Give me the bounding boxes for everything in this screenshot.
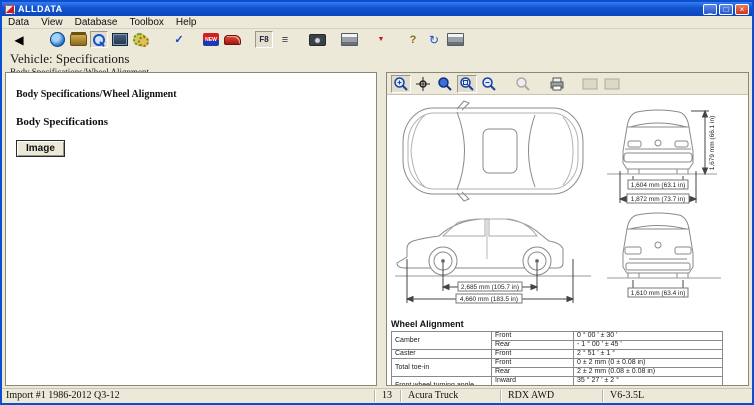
spec-value: - 1 ° 00 ' ± 45 '	[574, 341, 723, 350]
spec-value: 0 ± 2 mm (0 ± 0.08 in)	[574, 359, 723, 368]
table-row: Front wheel turning angle Inward 35 ° 27…	[392, 377, 723, 386]
print-icon[interactable]	[340, 31, 358, 48]
car-front-view-diagram: 1,679 mm (66.1 in) 1,604 mm (63.1 in)	[605, 97, 725, 209]
back-icon[interactable]: ◀	[10, 31, 28, 48]
car-side-view-diagram: 2,685 mm (105.7 in) 4,660 mm (183.5 in)	[395, 201, 591, 305]
components-icon[interactable]	[111, 31, 129, 48]
menu-bar: Data View Database Toolbox Help	[2, 16, 752, 29]
zoom-in-icon[interactable]	[391, 75, 411, 93]
rear-track-dimension: 1,610 mm (63.4 in)	[631, 290, 686, 297]
import-icon[interactable]: ▼	[372, 31, 390, 48]
menu-view[interactable]: View	[41, 17, 63, 28]
title-bar: ALLDATA _ □ ×	[2, 2, 752, 16]
wheel-alignment-table: Camber Front 0 ° 00 ' ± 30 ' Rear - 1 ° …	[391, 331, 723, 385]
table-row: Camber Front 0 ° 00 ' ± 30 '	[392, 332, 723, 341]
main-toolbar: ◀ ✓ NEW F8 ≡ ▼ ? ↻	[2, 29, 752, 50]
spec-value: 2 ± 2 mm (0.08 ± 0.08 in)	[574, 368, 723, 377]
status-vehicle-make: Acura Truck	[408, 390, 458, 401]
spec-position: Front	[492, 332, 574, 341]
print-view-icon[interactable]	[547, 75, 567, 93]
camera-icon[interactable]	[308, 31, 326, 48]
app-icon	[5, 5, 15, 14]
world-icon[interactable]	[48, 31, 66, 48]
car-rear-view-diagram: 1,610 mm (63.4 in)	[605, 201, 725, 307]
image-viewer-panel: 1,679 mm (66.1 in) 1,604 mm (63.1 in)	[386, 72, 749, 386]
status-vehicle-model: RDX AWD	[508, 390, 554, 401]
spec-group: Caster	[392, 350, 492, 359]
spec-value: 0 ° 00 ' ± 30 '	[574, 332, 723, 341]
next-image-icon[interactable]	[603, 75, 623, 93]
zoom-dynamic-icon[interactable]	[435, 75, 455, 93]
menu-database[interactable]: Database	[75, 17, 118, 28]
zoom-window-icon[interactable]	[457, 75, 477, 93]
menu-data[interactable]: Data	[8, 17, 29, 28]
status-engine: V6-3.5L	[610, 390, 644, 401]
maximize-button[interactable]: □	[719, 4, 733, 15]
overall-length-dimension: 4,660 mm (183.5 in)	[460, 296, 518, 303]
alldata-window: ALLDATA _ □ × Data View Database Toolbox…	[0, 0, 754, 405]
wheel-alignment-section: Wheel Alignment Camber Front 0 ° 00 ' ± …	[391, 319, 723, 385]
spec-group: Total toe-in	[392, 359, 492, 377]
spec-position: Rear	[492, 341, 574, 350]
spec-value: 35 ° 27 ' ± 2 °	[574, 377, 723, 386]
content-area: Body Specifications/Wheel Alignment Body…	[5, 72, 749, 386]
wheel-alignment-title: Wheel Alignment	[391, 319, 723, 329]
spec-position: Inward	[492, 377, 574, 386]
document-title: Body Specifications/Wheel Alignment	[16, 89, 366, 100]
viewer-toolbar	[387, 73, 748, 95]
car-service-icon[interactable]	[223, 31, 241, 48]
minimize-button[interactable]: _	[703, 4, 717, 15]
menu-toolbox[interactable]: Toolbox	[129, 17, 163, 28]
table-row: Caster Front 2 ° 51 ' ± 1 °	[392, 350, 723, 359]
spec-position: Front	[492, 359, 574, 368]
window-title: ALLDATA	[18, 4, 63, 14]
table-row: Total toe-in Front 0 ± 2 mm (0 ± 0.08 in…	[392, 359, 723, 368]
document-panel: Body Specifications/Wheel Alignment Body…	[5, 72, 377, 386]
page-title: Vehicle: Specifications	[10, 51, 744, 67]
close-button[interactable]: ×	[735, 4, 749, 15]
page-header: Vehicle: Specifications Body Specificati…	[2, 50, 752, 71]
pan-icon[interactable]	[413, 75, 433, 93]
wheelbase-dimension: 2,685 mm (105.7 in)	[461, 284, 519, 291]
image-button[interactable]: Image	[16, 140, 65, 157]
menu-help[interactable]: Help	[176, 17, 197, 28]
briefcase-icon[interactable]	[69, 31, 87, 48]
history-icon[interactable]: ↻	[425, 31, 443, 48]
zoom-full-icon[interactable]	[513, 75, 533, 93]
vehicle-search-icon[interactable]	[90, 31, 108, 48]
section-heading: Body Specifications	[16, 116, 366, 128]
front-track-dimension: 1,604 mm (63.1 in)	[631, 182, 686, 189]
f8-view-icon[interactable]: F8	[255, 31, 273, 48]
text-view-icon[interactable]: ≡	[276, 31, 294, 48]
help-icon[interactable]: ?	[404, 31, 422, 48]
gears-icon[interactable]	[132, 31, 150, 48]
diagram-canvas[interactable]: 1,679 mm (66.1 in) 1,604 mm (63.1 in)	[387, 95, 748, 385]
status-page-number: 13	[382, 390, 392, 401]
front-height-dimension: 1,679 mm (66.1 in)	[709, 116, 716, 171]
new-car-icon[interactable]: NEW	[202, 31, 220, 48]
status-bar: Import #1 1986-2012 Q3-12 13 Acura Truck…	[2, 388, 752, 403]
spec-position: Rear	[492, 368, 574, 377]
status-import-info: Import #1 1986-2012 Q3-12	[6, 390, 120, 401]
zoom-out-icon[interactable]	[479, 75, 499, 93]
prev-image-icon[interactable]	[581, 75, 601, 93]
spec-group: Front wheel turning angle	[392, 377, 492, 386]
fax-icon[interactable]	[446, 31, 464, 48]
car-top-view-diagram	[395, 99, 591, 203]
spec-value: 2 ° 51 ' ± 1 °	[574, 350, 723, 359]
spec-position: Front	[492, 350, 574, 359]
spec-group: Camber	[392, 332, 492, 350]
confirm-icon[interactable]: ✓	[170, 31, 188, 48]
